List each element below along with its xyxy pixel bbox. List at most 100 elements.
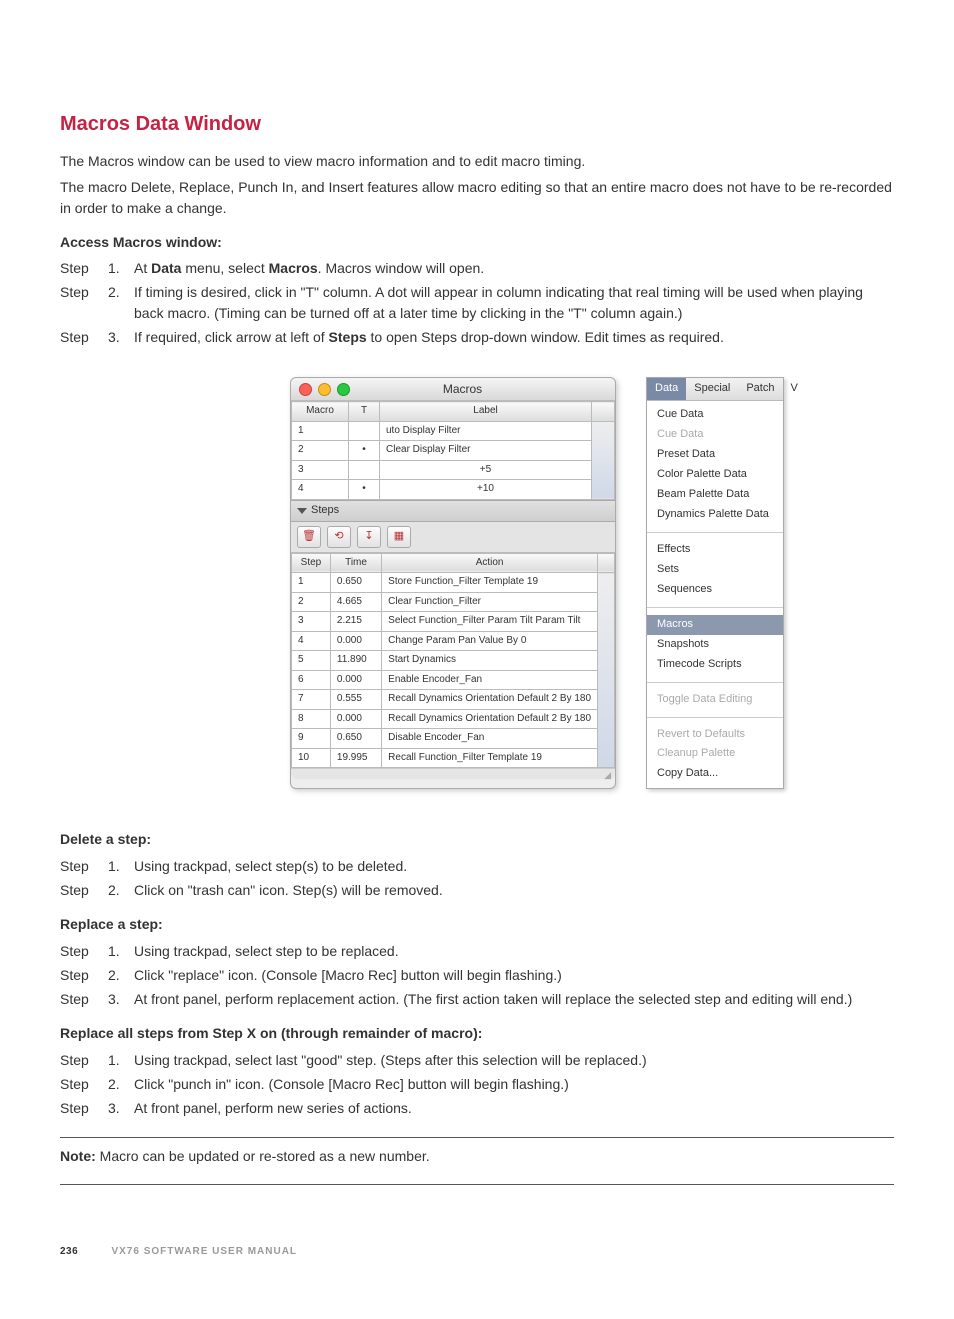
close-icon[interactable] [299,383,312,396]
menu-item[interactable]: Preset Data [647,445,783,465]
table-row[interactable]: 70.555Recall Dynamics Orientation Defaul… [292,690,615,710]
step-word: Step [60,965,108,985]
divider [60,1184,894,1185]
note: Note: Macro can be updated or re-stored … [60,1146,894,1166]
table-row[interactable]: 60.000Enable Encoder_Fan [292,670,615,690]
macros-steps-table: Step Time Action 10.650Store Function_Fi… [291,553,615,769]
menu-item[interactable]: Effects [647,540,783,560]
access-steps: Step 1. At Data menu, select Macros. Mac… [60,258,894,347]
step-word: Step [60,941,108,961]
col-t[interactable]: T [349,402,380,422]
step-number: 2. [108,1074,134,1094]
divider [60,1137,894,1138]
step-word: Step [60,282,108,323]
page-footer: 236 VX76 SOFTWARE USER MANUAL [60,1245,894,1260]
menubar: Data Special Patch V [647,378,783,401]
replace-all-heading: Replace all steps from Step X on (throug… [60,1023,894,1043]
step-text: Using trackpad, select step(s) to be del… [134,856,894,876]
table-row[interactable]: 3+5 [292,460,615,480]
screenshot-composite: Macros Macro T Label 1uto Display Filter… [60,377,894,789]
step-text: Using trackpad, select step to be replac… [134,941,894,961]
menubar-item-data[interactable]: Data [647,378,686,400]
step-text: At front panel, perform replacement acti… [134,989,894,1009]
col-step[interactable]: Step [292,553,331,573]
menu-item[interactable]: Color Palette Data [647,465,783,485]
replace-steps: Step1.Using trackpad, select step to be … [60,941,894,1010]
menu-item[interactable]: Dynamics Palette Data [647,505,783,525]
col-time[interactable]: Time [330,553,381,573]
table-row[interactable]: 32.215Select Function_Filter Param Tilt … [292,612,615,632]
note-label: Note: [60,1148,96,1164]
table-row[interactable]: 80.000Recall Dynamics Orientation Defaul… [292,709,615,729]
step-text: If timing is desired, click in "T" colum… [134,282,894,323]
scrollbar[interactable] [598,553,615,573]
step-word: Step [60,1074,108,1094]
step-text: At Data menu, select Macros. Macros wind… [134,258,894,278]
punch-in-button[interactable]: ↧ [357,526,381,548]
replace-heading: Replace a step: [60,914,894,934]
menu-item[interactable]: Sequences [647,580,783,600]
table-row[interactable]: 2•Clear Display Filter [292,441,615,461]
menu-item[interactable]: Snapshots [647,635,783,655]
step-word: Step [60,989,108,1009]
delete-steps: Step1.Using trackpad, select step(s) to … [60,856,894,901]
chevron-down-icon [297,508,307,514]
menubar-item-v[interactable]: V [782,378,805,400]
step-number: 2. [108,282,134,323]
resize-grip-icon[interactable]: ◢ [291,768,615,779]
menubar-item-special[interactable]: Special [686,378,738,400]
menu-item[interactable]: Timecode Scripts [647,655,783,675]
table-row[interactable]: 1uto Display Filter [292,421,615,441]
step-text: At front panel, perform new series of ac… [134,1098,894,1118]
step-number: 2. [108,965,134,985]
steps-toolbar: 🗑 ⟲ ↧ ▦ [291,522,615,553]
step-number: 1. [108,258,134,278]
table-row[interactable]: 10.650Store Function_Filter Template 19 [292,573,615,593]
step-number: 1. [108,1050,134,1070]
table-row[interactable]: 90.650Disable Encoder_Fan [292,729,615,749]
steps-disclosure[interactable]: Steps [291,500,615,522]
step-word: Step [60,258,108,278]
window-titlebar[interactable]: Macros [291,378,615,401]
col-macro[interactable]: Macro [292,402,349,422]
step-text: Click on "trash can" icon. Step(s) will … [134,880,894,900]
menubar-item-patch[interactable]: Patch [738,378,782,400]
table-row[interactable]: 1019.995Recall Function_Filter Template … [292,748,615,768]
step-word: Step [60,327,108,347]
step-text: Using trackpad, select last "good" step.… [134,1050,894,1070]
menu-item[interactable]: Copy Data... [647,764,783,784]
step-word: Step [60,1098,108,1118]
step-number: 1. [108,941,134,961]
table-row[interactable]: 40.000Change Param Pan Value By 0 [292,631,615,651]
step-number: 2. [108,880,134,900]
menu-item[interactable]: Beam Palette Data [647,485,783,505]
menu-item[interactable]: Cue Data [647,405,783,425]
col-action[interactable]: Action [382,553,598,573]
manual-title: VX76 SOFTWARE USER MANUAL [111,1246,297,1257]
menu-item: Revert to Defaults [647,725,783,745]
replace-button[interactable]: ⟲ [327,526,351,548]
insert-button[interactable]: ▦ [387,526,411,548]
access-heading: Access Macros window: [60,232,894,252]
steps-label: Steps [311,503,339,519]
table-row[interactable]: 511.890Start Dynamics [292,651,615,671]
table-row[interactable]: 24.665Clear Function_Filter [292,592,615,612]
menu-item-macros[interactable]: Macros [647,615,783,635]
step-word: Step [60,1050,108,1070]
step-number: 3. [108,1098,134,1118]
section-title: Macros Data Window [60,110,894,139]
col-label[interactable]: Label [380,402,592,422]
step-number: 3. [108,327,134,347]
minimize-icon[interactable] [318,383,331,396]
step-word: Step [60,856,108,876]
scrollbar[interactable] [592,402,615,422]
delete-heading: Delete a step: [60,829,894,849]
macros-top-table: Macro T Label 1uto Display Filter 2•Clea… [291,401,615,500]
trash-button[interactable]: 🗑 [297,526,321,548]
menu-item: Toggle Data Editing [647,690,783,710]
menu-item[interactable]: Sets [647,560,783,580]
step-text: Click "punch in" icon. (Console [Macro R… [134,1074,894,1094]
step-number: 3. [108,989,134,1009]
table-row[interactable]: 4•+10 [292,480,615,500]
zoom-icon[interactable] [337,383,350,396]
